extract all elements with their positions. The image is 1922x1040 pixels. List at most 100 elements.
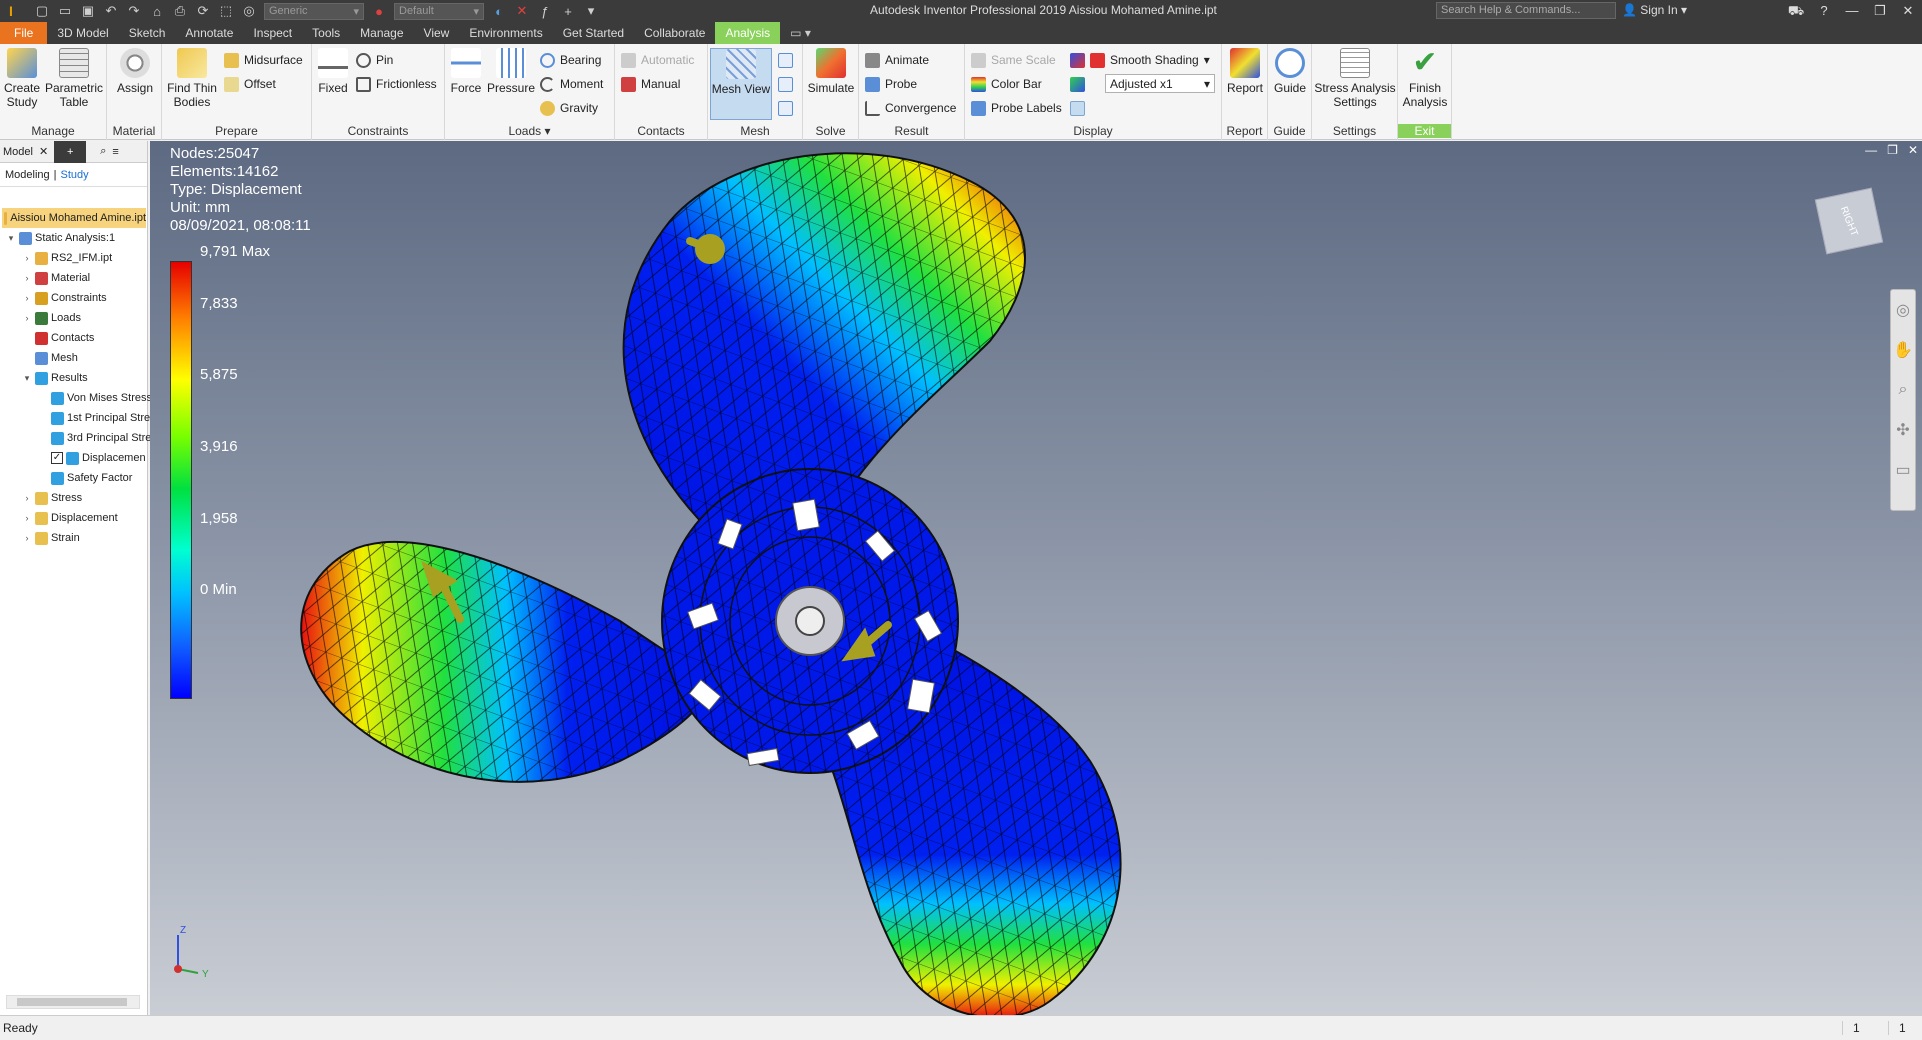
midsurface-button[interactable]: Midsurface [224, 50, 303, 70]
ribbon-options-icon[interactable]: ▭ ▾ [780, 22, 821, 44]
collapse-icon[interactable]: ▾ [22, 373, 32, 384]
color-bar-button[interactable]: Color Bar [971, 74, 1042, 94]
same-scale-button[interactable]: Same Scale [971, 50, 1056, 70]
local-mesh-control-button[interactable] [778, 74, 793, 94]
search-icon[interactable]: ⌕ [100, 145, 106, 158]
find-thin-bodies-button[interactable]: Find Thin Bodies [166, 48, 218, 109]
propeller-model[interactable] [150, 141, 1922, 1015]
fx-icon[interactable]: ƒ [537, 3, 553, 19]
browser-node[interactable]: ▾ Static Analysis:1 [6, 228, 115, 248]
mesh-settings-button[interactable] [778, 50, 793, 70]
color-picker-icon[interactable]: ◎ [241, 3, 257, 19]
tab-annotate[interactable]: Annotate [175, 22, 243, 44]
manual-contacts-button[interactable]: Manual [621, 74, 680, 94]
convergence-settings-button[interactable] [778, 98, 793, 118]
visibility-checkbox[interactable]: ✓ [51, 452, 63, 464]
bearing-load-button[interactable]: Bearing [540, 50, 601, 70]
restore-button[interactable]: ❐ [1866, 0, 1894, 22]
assign-material-button[interactable]: Assign [112, 48, 158, 95]
new-file-icon[interactable]: ▢ [34, 3, 50, 19]
horizontal-scrollbar[interactable] [6, 995, 140, 1009]
collapse-icon[interactable]: ▾ [6, 233, 16, 244]
help-icon[interactable]: ? [1810, 0, 1838, 22]
clear-override-icon[interactable]: ✕ [514, 3, 530, 19]
plus-icon[interactable]: + [560, 3, 576, 19]
tab-analysis[interactable]: Analysis [715, 22, 781, 44]
parametric-table-button[interactable]: Parametric Table [44, 48, 104, 109]
tab-3d-model[interactable]: 3D Model [47, 22, 118, 44]
update-icon[interactable]: ⟳ [195, 3, 211, 19]
redo-icon[interactable]: ↷ [126, 3, 142, 19]
orbit-icon[interactable]: ✣ [1891, 410, 1915, 450]
probe-button[interactable]: Probe [865, 74, 917, 94]
browser-node[interactable]: Contacts [22, 328, 94, 348]
probe-labels-button[interactable]: Probe Labels [971, 98, 1062, 118]
expand-icon[interactable]: › [22, 253, 32, 263]
displacement-scale-select[interactable]: Adjusted x1 ▾ [1105, 74, 1215, 93]
open-folder-icon[interactable]: ▭ [57, 3, 73, 19]
adjust-icon[interactable]: ◐ [491, 3, 507, 19]
tab-model[interactable]: Model [3, 145, 33, 158]
view-cube[interactable]: RIGHT [1814, 187, 1884, 255]
browser-node[interactable]: Von Mises Stress [38, 388, 152, 408]
save-icon[interactable]: ▣ [80, 3, 96, 19]
expand-icon[interactable]: › [22, 313, 32, 323]
expand-icon[interactable]: › [22, 513, 32, 523]
material-select[interactable]: Generic ▾ [264, 2, 364, 20]
mesh-view-button[interactable]: Mesh View [710, 48, 772, 120]
report-button[interactable]: Report [1226, 48, 1264, 95]
close-button[interactable]: ✕ [1894, 0, 1922, 22]
browser-node[interactable]: Mesh [22, 348, 78, 368]
help-search-input[interactable]: Search Help & Commands... [1436, 2, 1616, 19]
browser-node[interactable]: Safety Factor [38, 468, 132, 488]
pressure-load-button[interactable]: Pressure [487, 48, 535, 95]
tab-manage[interactable]: Manage [350, 22, 413, 44]
select-icon[interactable]: ⬚ [218, 3, 234, 19]
zoom-icon[interactable]: ⌕ [1891, 370, 1915, 410]
menu-icon[interactable]: ≡ [112, 146, 118, 158]
steering-wheel-icon[interactable]: ◎ [1891, 290, 1915, 330]
panel-label-dropdown[interactable]: Loads ▾ [445, 124, 614, 138]
guide-button[interactable]: Guide [1271, 48, 1309, 95]
customize-qat-icon[interactable]: ▾ [583, 3, 599, 19]
browser-node[interactable]: › Constraints [22, 288, 107, 308]
tab-environments[interactable]: Environments [459, 22, 552, 44]
undo-icon[interactable]: ↶ [103, 3, 119, 19]
print-icon[interactable]: ⎙ [172, 3, 188, 19]
tab-inspect[interactable]: Inspect [243, 22, 302, 44]
browser-node[interactable]: › Strain [22, 528, 80, 548]
home-icon[interactable]: ⌂ [149, 3, 165, 19]
tab-file[interactable]: File [0, 22, 48, 44]
expand-icon[interactable]: › [22, 273, 32, 283]
moment-load-button[interactable]: Moment [540, 74, 603, 94]
close-icon[interactable]: ✕ [39, 145, 48, 158]
blade-left[interactable] [300, 540, 712, 783]
pan-icon[interactable]: ✋ [1891, 330, 1915, 370]
min-max-button[interactable] [1070, 98, 1085, 118]
browser-node[interactable]: › Stress [22, 488, 82, 508]
boundary-conditions-button[interactable] [1070, 74, 1085, 94]
tab-sketch[interactable]: Sketch [119, 22, 176, 44]
graphics-viewport[interactable]: — ❐ ✕ Nodes:25047 Elements:14162 Type: D… [150, 141, 1922, 1015]
minimize-button[interactable]: — [1838, 0, 1866, 22]
frictionless-constraint-button[interactable]: Frictionless [356, 74, 437, 94]
tab-view[interactable]: View [414, 22, 460, 44]
look-at-icon[interactable]: ▭ [1891, 450, 1915, 490]
browser-node[interactable]: Aissiou Mohamed Amine.ipt [2, 208, 146, 228]
browser-node[interactable]: 3rd Principal Stre [38, 428, 151, 448]
tab-collaborate[interactable]: Collaborate [634, 22, 715, 44]
browser-node[interactable]: ▾ Results [22, 368, 88, 388]
force-load-button[interactable]: Force [449, 48, 483, 95]
gravity-load-button[interactable]: Gravity [540, 98, 598, 118]
expand-icon[interactable]: › [22, 533, 32, 543]
expand-icon[interactable]: › [22, 493, 32, 503]
add-panel-button[interactable]: + [54, 140, 87, 163]
tab-get-started[interactable]: Get Started [553, 22, 634, 44]
expand-icon[interactable]: › [22, 293, 32, 303]
tab-tools[interactable]: Tools [302, 22, 350, 44]
browser-node[interactable]: › Loads [22, 308, 81, 328]
fixed-constraint-button[interactable]: Fixed [316, 48, 350, 95]
shading-dropdown[interactable]: Smooth Shading ▾ [1070, 50, 1210, 70]
offset-button[interactable]: Offset [224, 74, 276, 94]
convergence-button[interactable]: Convergence [865, 98, 956, 118]
